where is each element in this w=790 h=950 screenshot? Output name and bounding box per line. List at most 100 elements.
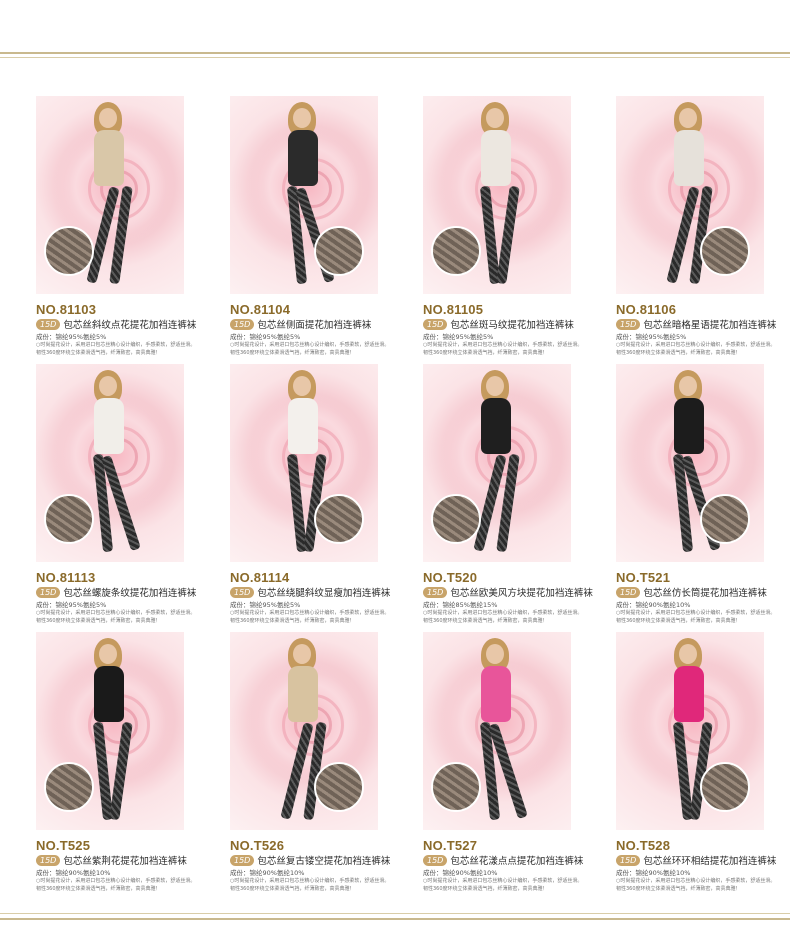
product-composition: 成份：锦纶95%氨纶5% [230, 601, 301, 609]
product-photo[interactable] [616, 632, 764, 830]
product-photo[interactable] [36, 632, 184, 830]
product-composition: 成份：锦纶95%氨纶5% [423, 333, 494, 341]
product-photo[interactable] [616, 96, 764, 294]
model-dress [94, 666, 124, 722]
product-title: 包芯丝斜纹点花提花加裆连裤袜 [63, 320, 197, 331]
denier-badge: 15D [230, 854, 255, 866]
product-description-line: 韧性360度环绕立体柔滑透气裆，纤薄致密，高贵典雅！ [423, 350, 548, 356]
pattern-swatch [44, 494, 94, 544]
model-dress [481, 398, 511, 454]
pattern-swatch [44, 226, 94, 276]
product-photo[interactable] [423, 364, 571, 562]
product-card[interactable]: NO.81106 15D 包芯丝暗格星语提花加裆连裤袜 成份：锦纶95%氨纶5%… [616, 96, 790, 358]
product-code: NO.81106 [616, 302, 677, 317]
product-composition: 成份：锦纶95%氨纶5% [230, 333, 301, 341]
product-description-line: 韧性360度环绕立体柔滑透气裆，纤薄致密，高贵典雅！ [36, 350, 161, 356]
product-title: 包芯丝斑马纹提花加裆连裤袜 [450, 320, 574, 331]
model-dress [94, 398, 124, 454]
denier-badge: 15D [36, 586, 61, 598]
product-title: 包芯丝复古镂空提花加裆连裤袜 [257, 856, 391, 867]
product-code: NO.T521 [616, 570, 671, 585]
product-code: NO.81105 [423, 302, 484, 317]
product-title: 包芯丝螺旋条纹提花加裆连裤袜 [63, 588, 197, 599]
product-title: 包芯丝花漾点点提花加裆连裤袜 [450, 856, 584, 867]
product-photo[interactable] [423, 632, 571, 830]
product-title: 包芯丝环环相结提花加裆连裤袜 [643, 856, 777, 867]
product-photo[interactable] [616, 364, 764, 562]
product-title-row: 15D 包芯丝欧美风方块提花加裆连裤袜 [423, 585, 593, 599]
pattern-swatch [314, 762, 364, 812]
denier-badge: 15D [616, 586, 641, 598]
product-title: 包芯丝仿长筒提花加裆连裤袜 [643, 588, 767, 599]
product-code: NO.T520 [423, 570, 478, 585]
product-card[interactable]: NO.81104 15D 包芯丝侧面提花加裆连裤袜 成份：锦纶95%氨纶5% ○… [230, 96, 410, 358]
product-composition: 成份：锦纶85%氨纶15% [423, 601, 498, 609]
model-dress [674, 666, 704, 722]
model-head [679, 376, 697, 396]
product-card[interactable]: NO.T520 15D 包芯丝欧美风方块提花加裆连裤袜 成份：锦纶85%氨纶15… [423, 364, 603, 626]
product-title: 包芯丝侧面提花加裆连裤袜 [257, 320, 372, 331]
model-head [99, 644, 117, 664]
product-card[interactable]: NO.T521 15D 包芯丝仿长筒提花加裆连裤袜 成份：锦纶90%氨纶10% … [616, 364, 790, 626]
product-photo[interactable] [423, 96, 571, 294]
product-code: NO.T525 [36, 838, 91, 853]
product-photo[interactable] [230, 632, 378, 830]
product-description-line: ○时尚提花设计，采用进口包芯丝精心设计编织，手感柔软，舒适丝滑。 [616, 342, 776, 348]
model-dress [288, 666, 318, 722]
product-description-line: ○时尚提花设计，采用进口包芯丝精心设计编织，手感柔软，舒适丝滑。 [36, 610, 196, 616]
product-title-row: 15D 包芯丝侧面提花加裆连裤袜 [230, 317, 371, 331]
product-code: NO.T527 [423, 838, 478, 853]
model-head [486, 108, 504, 128]
product-photo[interactable] [230, 96, 378, 294]
product-code: NO.81103 [36, 302, 97, 317]
product-code: NO.81114 [230, 570, 290, 585]
pattern-swatch [700, 226, 750, 276]
model-head [99, 108, 117, 128]
product-composition: 成份：锦纶95%氨纶5% [616, 333, 687, 341]
product-description-line: ○时尚提花设计，采用进口包芯丝精心设计编织，手感柔软，舒适丝滑。 [616, 878, 776, 884]
product-card[interactable]: NO.T525 15D 包芯丝紫荆花提花加裆连裤袜 成份：锦纶90%氨纶10% … [36, 632, 216, 894]
model-dress [288, 398, 318, 454]
model-head [486, 376, 504, 396]
product-card[interactable]: NO.81103 15D 包芯丝斜纹点花提花加裆连裤袜 成份：锦纶95%氨纶5%… [36, 96, 216, 358]
product-description-line: 韧性360度环绕立体柔滑透气裆，纤薄致密，高贵典雅！ [423, 886, 548, 892]
pattern-swatch [44, 762, 94, 812]
product-description-line: ○时尚提花设计，采用进口包芯丝精心设计编织，手感柔软，舒适丝滑。 [36, 342, 196, 348]
denier-badge: 15D [230, 586, 255, 598]
product-description-line: 韧性360度环绕立体柔滑透气裆，纤薄致密，高贵典雅！ [616, 350, 741, 356]
product-title-row: 15D 包芯丝斜纹点花提花加裆连裤袜 [36, 317, 196, 331]
product-title: 包芯丝欧美风方块提花加裆连裤袜 [450, 588, 593, 599]
product-card[interactable]: NO.T528 15D 包芯丝环环相结提花加裆连裤袜 成份：锦纶90%氨纶10%… [616, 632, 790, 894]
product-card[interactable]: NO.T526 15D 包芯丝复古镂空提花加裆连裤袜 成份：锦纶90%氨纶10%… [230, 632, 410, 894]
pattern-swatch [431, 226, 481, 276]
model-head [679, 108, 697, 128]
product-description-line: 韧性360度环绕立体柔滑透气裆，纤薄致密，高贵典雅！ [423, 618, 548, 624]
product-card[interactable]: NO.81113 15D 包芯丝螺旋条纹提花加裆连裤袜 成份：锦纶95%氨纶5%… [36, 364, 216, 626]
model-dress [674, 398, 704, 454]
model-head [486, 644, 504, 664]
product-title-row: 15D 包芯丝暗格星语提花加裆连裤袜 [616, 317, 776, 331]
product-card[interactable]: NO.81105 15D 包芯丝斑马纹提花加裆连裤袜 成份：锦纶95%氨纶5% … [423, 96, 603, 358]
product-card[interactable]: NO.81114 15D 包芯丝绕腿斜纹显瘦加裆连裤袜 成份：锦纶95%氨纶5%… [230, 364, 410, 626]
product-title-row: 15D 包芯丝环环相结提花加裆连裤袜 [616, 853, 776, 867]
product-description-line: 韧性360度环绕立体柔滑透气裆，纤薄致密，高贵典雅！ [36, 618, 161, 624]
product-photo[interactable] [36, 96, 184, 294]
product-grid: NO.81103 15D 包芯丝斜纹点花提花加裆连裤袜 成份：锦纶95%氨纶5%… [0, 0, 790, 950]
product-composition: 成份：锦纶90%氨纶10% [616, 869, 691, 877]
product-title-row: 15D 包芯丝花漾点点提花加裆连裤袜 [423, 853, 583, 867]
product-photo[interactable] [230, 364, 378, 562]
product-title: 包芯丝暗格星语提花加裆连裤袜 [643, 320, 777, 331]
product-photo[interactable] [36, 364, 184, 562]
product-composition: 成份：锦纶90%氨纶10% [36, 869, 111, 877]
product-code: NO.T526 [230, 838, 285, 853]
product-card[interactable]: NO.T527 15D 包芯丝花漾点点提花加裆连裤袜 成份：锦纶90%氨纶10%… [423, 632, 603, 894]
product-title-row: 15D 包芯丝仿长筒提花加裆连裤袜 [616, 585, 767, 599]
product-title-row: 15D 包芯丝复古镂空提花加裆连裤袜 [230, 853, 390, 867]
model-dress [481, 130, 511, 186]
model-head [99, 376, 117, 396]
model-head [293, 108, 311, 128]
model-head [293, 644, 311, 664]
product-description-line: 韧性360度环绕立体柔滑透气裆，纤薄致密，高贵典雅！ [230, 886, 355, 892]
pattern-swatch [431, 494, 481, 544]
product-title: 包芯丝紫荆花提花加裆连裤袜 [63, 856, 187, 867]
